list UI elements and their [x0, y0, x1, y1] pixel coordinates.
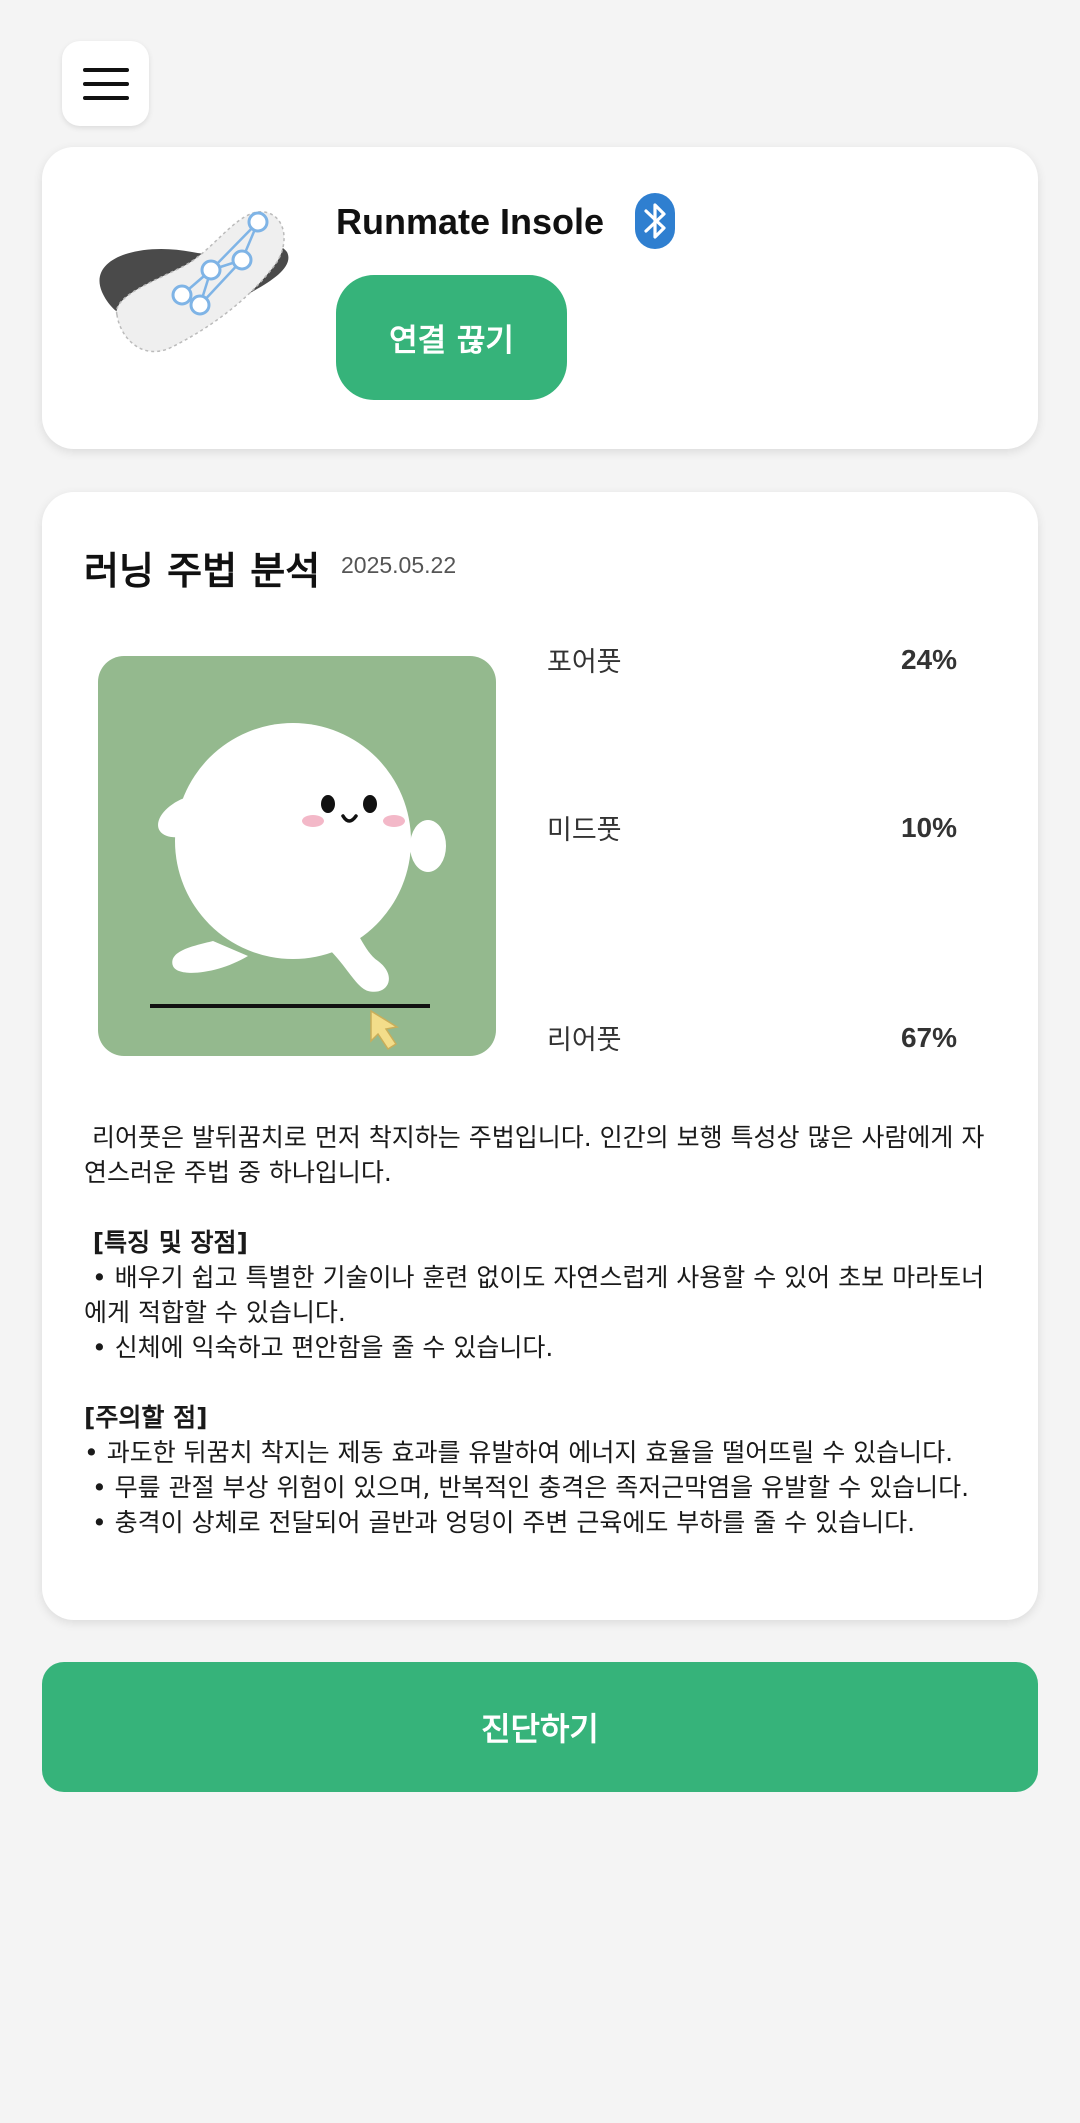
pros-item: • 신체에 익숙하고 편안함을 줄 수 있습니다.	[84, 1333, 554, 1362]
analysis-date: 2025.05.22	[341, 552, 457, 578]
insole-illustration	[99, 211, 289, 353]
stat-value: 10%	[900, 811, 957, 843]
device-card: Runmate Insole 연결 끊기	[42, 147, 1038, 449]
diagnose-button[interactable]: 진단하기	[42, 1662, 1038, 1792]
cautions-item: • 과도한 뒤꿈치 착지는 제동 효과를 유발하여 에너지 효율을 떨어뜨릴 수…	[84, 1438, 954, 1467]
stat-label: 포어풋	[547, 647, 622, 678]
stat-rearfoot: 리어풋 67%	[547, 1018, 957, 1057]
stat-label: 리어풋	[547, 1025, 622, 1056]
analysis-card: 러닝 주법 분석 2025.05.22 포어풋 24% 미드풋 10% 리어풋 …	[42, 492, 1038, 1620]
disconnect-button[interactable]: 연결 끊기	[336, 275, 567, 400]
hamburger-menu-icon	[82, 67, 129, 100]
description-intro: 리어풋은 발뒤꿈치로 먼저 착지하는 주법입니다. 인간의 보행 특성상 많은 …	[84, 1123, 985, 1187]
bluetooth-icon	[635, 193, 675, 249]
menu-button[interactable]	[62, 41, 149, 126]
stat-value: 67%	[900, 1021, 957, 1053]
stat-midfoot: 미드풋 10%	[547, 808, 957, 847]
cautions-heading: [주의할 점]	[84, 1403, 208, 1432]
analysis-title: 러닝 주법 분석	[84, 549, 321, 593]
device-name: Runmate Insole	[336, 201, 605, 242]
pros-item: • 배우기 쉽고 특별한 기술이나 훈련 없이도 자연스럽게 사용할 수 있어 …	[84, 1263, 985, 1327]
runner-illustration	[98, 656, 496, 1056]
cautions-item: • 무릎 관절 부상 위험이 있으며, 반복적인 충격은 족저근막염을 유발할 …	[84, 1473, 970, 1502]
description: 리어풋은 발뒤꿈치로 먼저 착지하는 주법입니다. 인간의 보행 특성상 많은 …	[84, 1120, 1004, 1540]
cautions-item: • 충격이 상체로 전달되어 골반과 엉덩이 주변 근육에도 부하를 줄 수 있…	[84, 1508, 916, 1537]
pros-heading: [특징 및 장점]	[84, 1228, 248, 1257]
stat-value: 24%	[900, 643, 957, 675]
stat-label: 미드풋	[547, 815, 622, 846]
stat-forefoot: 포어풋 24%	[547, 640, 957, 679]
